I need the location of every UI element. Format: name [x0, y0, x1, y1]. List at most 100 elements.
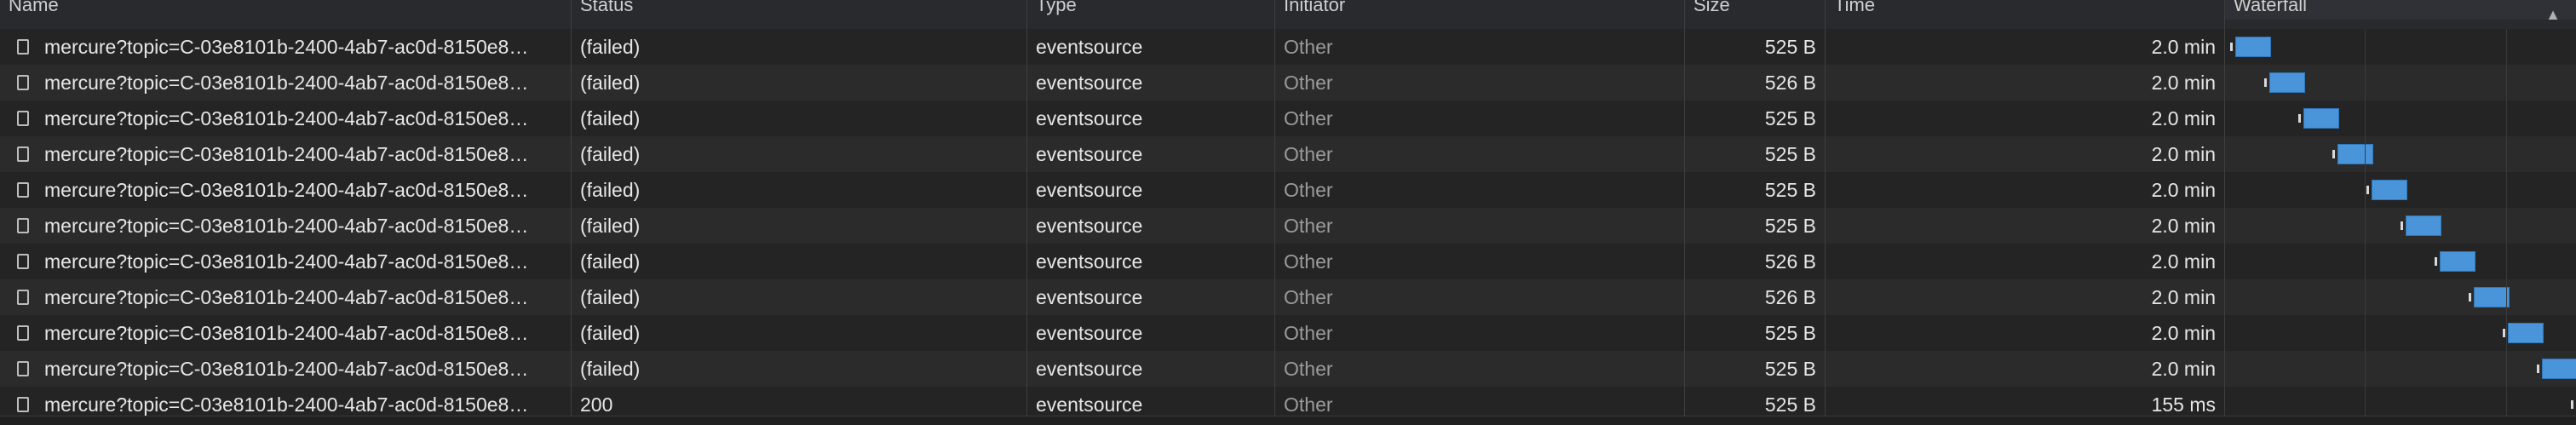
cell-initiator: Other	[1284, 322, 1333, 344]
cell-initiator: Other	[1284, 215, 1333, 237]
cell-status: (failed)	[580, 179, 641, 201]
cell-time: 2.0 min	[2151, 143, 2216, 165]
table-row[interactable]: mercure?topic=C-03e8101b-2400-4ab7-ac0d-…	[0, 351, 2576, 387]
cell-name: mercure?topic=C-03e8101b-2400-4ab7-ac0d-…	[44, 36, 529, 58]
column-header-waterfall[interactable]: Waterfall ▲	[2225, 0, 2576, 20]
cell-initiator: Other	[1284, 143, 1333, 165]
column-divider[interactable]	[1684, 0, 1685, 424]
cell-size: 525 B	[1764, 215, 1816, 237]
cell-status: (failed)	[580, 286, 641, 308]
cell-time: 2.0 min	[2151, 36, 2216, 58]
cell-name: mercure?topic=C-03e8101b-2400-4ab7-ac0d-…	[44, 250, 529, 273]
waterfall-bar[interactable]	[2542, 359, 2576, 379]
table-row[interactable]: mercure?topic=C-03e8101b-2400-4ab7-ac0d-…	[0, 65, 2576, 101]
column-divider[interactable]	[571, 0, 572, 424]
waterfall-wait-marker	[2435, 257, 2437, 266]
cell-name: mercure?topic=C-03e8101b-2400-4ab7-ac0d-…	[44, 215, 529, 237]
column-header-type[interactable]: Type	[1027, 0, 1274, 20]
table-row[interactable]: mercure?topic=C-03e8101b-2400-4ab7-ac0d-…	[0, 136, 2576, 172]
cell-time: 2.0 min	[2151, 322, 2216, 344]
waterfall-bar[interactable]	[2474, 287, 2510, 307]
table-row[interactable]: mercure?topic=C-03e8101b-2400-4ab7-ac0d-…	[0, 172, 2576, 208]
table-row[interactable]: mercure?topic=C-03e8101b-2400-4ab7-ac0d-…	[0, 279, 2576, 315]
cell-type: eventsource	[1036, 143, 1143, 165]
cell-time: 2.0 min	[2151, 179, 2216, 201]
cell-initiator: Other	[1284, 72, 1333, 94]
waterfall-bar[interactable]	[2235, 37, 2271, 57]
cell-status: (failed)	[580, 358, 641, 380]
waterfall-wait-marker	[2230, 43, 2233, 51]
table-row[interactable]: mercure?topic=C-03e8101b-2400-4ab7-ac0d-…	[0, 29, 2576, 65]
cell-time: 2.0 min	[2151, 286, 2216, 308]
column-header-size[interactable]: Size	[1685, 0, 1825, 20]
cell-initiator: Other	[1284, 286, 1333, 308]
cell-type: eventsource	[1036, 36, 1143, 58]
cell-name: mercure?topic=C-03e8101b-2400-4ab7-ac0d-…	[44, 322, 529, 344]
cell-size: 525 B	[1764, 36, 1816, 58]
cell-status: (failed)	[580, 72, 641, 94]
waterfall-bar[interactable]	[2372, 180, 2407, 200]
column-divider[interactable]	[2224, 0, 2225, 424]
column-header-status[interactable]: Status	[572, 0, 1026, 20]
cell-time: 2.0 min	[2151, 250, 2216, 273]
column-header-initiator[interactable]: Initiator	[1275, 0, 1684, 20]
cell-size: 525 B	[1764, 179, 1816, 201]
cell-initiator: Other	[1284, 36, 1333, 58]
table-header: Name Status Type Initiator Size Time Wat…	[0, 0, 2576, 30]
waterfall-bar[interactable]	[2269, 72, 2305, 93]
cell-type: eventsource	[1036, 322, 1143, 344]
waterfall-bar[interactable]	[2440, 251, 2475, 272]
cell-time: 2.0 min	[2151, 107, 2216, 129]
cell-type: eventsource	[1036, 286, 1143, 308]
cell-type: eventsource	[1036, 72, 1143, 94]
table-row[interactable]: mercure?topic=C-03e8101b-2400-4ab7-ac0d-…	[0, 101, 2576, 136]
cell-name: mercure?topic=C-03e8101b-2400-4ab7-ac0d-…	[44, 143, 529, 165]
table-row[interactable]: mercure?topic=C-03e8101b-2400-4ab7-ac0d-…	[0, 315, 2576, 351]
column-divider[interactable]	[1825, 0, 1826, 424]
cell-initiator: Other	[1284, 250, 1333, 273]
cell-status: (failed)	[580, 215, 641, 237]
cell-status: (failed)	[580, 250, 641, 273]
cell-name: mercure?topic=C-03e8101b-2400-4ab7-ac0d-…	[44, 358, 529, 380]
cell-size: 525 B	[1764, 143, 1816, 165]
waterfall-gridline	[2365, 29, 2366, 424]
column-divider[interactable]	[1026, 0, 1027, 424]
cell-name: mercure?topic=C-03e8101b-2400-4ab7-ac0d-…	[44, 286, 529, 308]
cell-type: eventsource	[1036, 107, 1143, 129]
column-divider[interactable]	[1274, 0, 1275, 424]
waterfall-bar[interactable]	[2337, 144, 2373, 164]
cell-time: 2.0 min	[2151, 72, 2216, 94]
column-header-time[interactable]: Time	[1826, 0, 2224, 20]
cell-size: 526 B	[1764, 250, 1816, 273]
cell-size: 525 B	[1764, 107, 1816, 129]
horizontal-scrollbar[interactable]	[0, 416, 2576, 425]
waterfall-wait-marker	[2264, 78, 2267, 87]
waterfall-wait-marker	[2366, 186, 2369, 194]
waterfall-wait-marker	[2298, 114, 2301, 123]
cell-time: 2.0 min	[2151, 215, 2216, 237]
waterfall-wait-marker	[2469, 293, 2471, 302]
cell-type: eventsource	[1036, 250, 1143, 273]
cell-size: 526 B	[1764, 286, 1816, 308]
cell-type: eventsource	[1036, 215, 1143, 237]
waterfall-wait-marker	[2503, 329, 2505, 337]
waterfall-wait-marker	[2537, 365, 2539, 373]
table-row[interactable]: mercure?topic=C-03e8101b-2400-4ab7-ac0d-…	[0, 208, 2576, 244]
cell-size: 525 B	[1764, 322, 1816, 344]
waterfall-bar[interactable]	[2508, 323, 2544, 343]
cell-initiator: Other	[1284, 358, 1333, 380]
cell-name: mercure?topic=C-03e8101b-2400-4ab7-ac0d-…	[44, 107, 529, 129]
column-header-name[interactable]: Name	[0, 0, 571, 20]
table-row[interactable]: mercure?topic=C-03e8101b-2400-4ab7-ac0d-…	[0, 244, 2576, 279]
cell-initiator: Other	[1284, 107, 1333, 129]
waterfall-bar[interactable]	[2406, 215, 2441, 236]
cell-name: mercure?topic=C-03e8101b-2400-4ab7-ac0d-…	[44, 179, 529, 201]
sort-ascending-icon[interactable]: ▲	[2545, 0, 2561, 20]
cell-status: (failed)	[580, 143, 641, 165]
cell-size: 525 B	[1764, 358, 1816, 380]
cell-status: (failed)	[580, 107, 641, 129]
waterfall-bar[interactable]	[2303, 108, 2339, 129]
cell-type: eventsource	[1036, 358, 1143, 380]
waterfall-wait-marker	[2401, 221, 2403, 230]
cell-status: (failed)	[580, 36, 641, 58]
